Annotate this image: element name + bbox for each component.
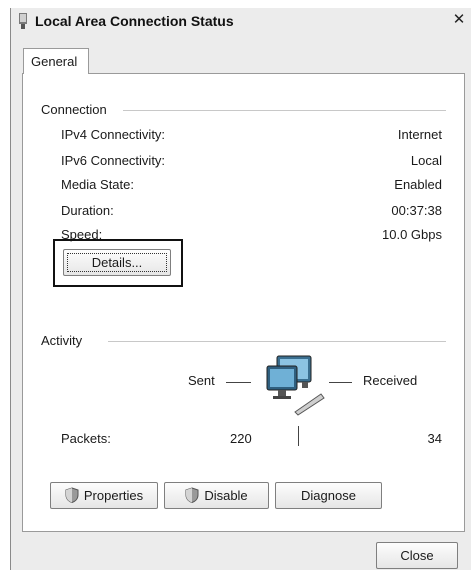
- packets-received-value: 34: [427, 431, 442, 446]
- ipv6-value: Local: [410, 153, 442, 168]
- duration-value: 00:37:38: [391, 203, 442, 218]
- duration-label: Duration:: [61, 203, 114, 218]
- title-bar[interactable]: Local Area Connection Status ✕: [11, 8, 471, 35]
- network-adapter-icon: [19, 13, 27, 29]
- close-button-label: Close: [400, 548, 434, 563]
- connection-group-line: [123, 110, 446, 111]
- details-button[interactable]: Details...: [63, 249, 171, 276]
- close-button[interactable]: Close: [376, 542, 458, 569]
- packets-sent-value: 220: [230, 431, 252, 446]
- uac-shield-icon: [65, 487, 79, 503]
- properties-button[interactable]: Properties: [50, 482, 158, 509]
- speed-value: 10.0 Gbps: [382, 227, 442, 242]
- tab-general[interactable]: General: [23, 48, 89, 74]
- sent-connector: [226, 382, 251, 383]
- properties-button-label: Properties: [83, 488, 144, 503]
- disable-button-label: Disable: [204, 488, 248, 503]
- disable-button[interactable]: Disable: [164, 482, 269, 509]
- diagnose-button[interactable]: Diagnose: [275, 482, 382, 509]
- connection-group-label: Connection: [41, 102, 107, 117]
- activity-group-line: [108, 341, 446, 342]
- title-close-button[interactable]: ✕: [450, 11, 468, 29]
- activity-group-label: Activity: [41, 333, 83, 348]
- focus-rectangle: [67, 253, 167, 272]
- sent-label: Sent: [188, 373, 215, 388]
- media-state-label: Media State:: [61, 177, 134, 192]
- status-dialog: Local Area Connection Status ✕ General C…: [10, 8, 471, 570]
- network-computers-icon: [266, 355, 325, 416]
- ipv6-label: IPv6 Connectivity:: [61, 153, 166, 168]
- packets-label: Packets:: [61, 431, 111, 446]
- uac-shield-icon: [185, 487, 199, 503]
- ipv4-label: IPv4 Connectivity:: [61, 127, 166, 142]
- received-connector: [329, 382, 352, 383]
- window-title: Local Area Connection Status: [35, 13, 234, 29]
- tab-panel: Connection IPv4 Connectivity: Internet I…: [22, 73, 465, 532]
- ipv4-value: Internet: [397, 127, 442, 142]
- media-state-value: Enabled: [394, 177, 442, 192]
- packets-divider: [298, 426, 299, 446]
- received-label: Received: [363, 373, 418, 388]
- tab-general-label: General: [31, 54, 78, 69]
- diagnose-button-label: Diagnose: [301, 488, 356, 503]
